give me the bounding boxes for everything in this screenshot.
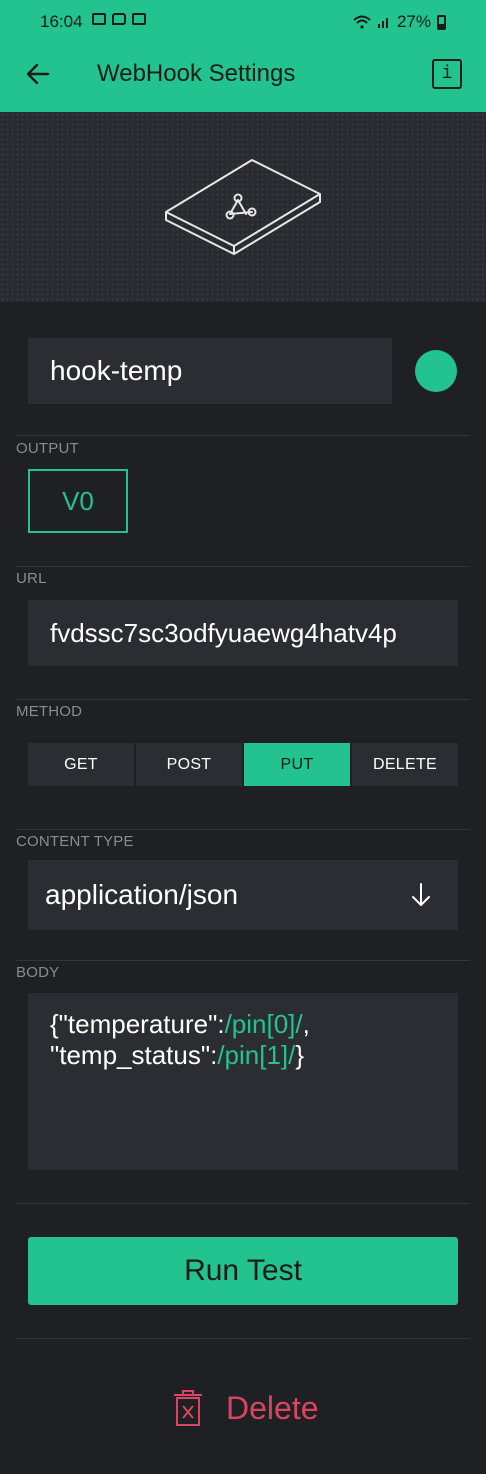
signal-icon [377, 18, 388, 28]
body-key: "temp_status": [50, 1040, 218, 1070]
divider [16, 566, 470, 567]
battery-percent: 27% [396, 12, 431, 31]
color-picker-button[interactable] [415, 350, 457, 392]
wifi-icon [353, 15, 371, 29]
body-label: BODY [16, 964, 60, 981]
body-textarea[interactable]: {"temperature":/pin[0]/, "temp_status":/… [28, 993, 458, 1170]
divider [16, 829, 470, 830]
app-bar: WebHook Settings i [0, 36, 486, 112]
method-label: METHOD [16, 703, 83, 720]
method-put-button[interactable]: PUT [244, 743, 350, 786]
run-test-button[interactable]: Run Test [28, 1237, 458, 1305]
webhook-name-field[interactable]: hook-temp [28, 338, 392, 404]
delete-button[interactable]: Delete [0, 1382, 486, 1432]
body-punct: } [295, 1040, 305, 1070]
page-title: WebHook Settings [97, 60, 296, 87]
method-delete-button[interactable]: DELETE [352, 743, 458, 786]
battery-icon [437, 14, 446, 30]
gallery-icon [92, 13, 106, 25]
body-line-2: "temp_status":/pin[1]/} [50, 1040, 436, 1071]
webhook-hero [0, 112, 486, 302]
divider [16, 960, 470, 961]
content-type-value: application/json [45, 879, 239, 910]
voicemail-icon [132, 13, 146, 25]
url-input[interactable]: fvdssc7sc3odfyuaewg4hatv4p [28, 600, 458, 666]
status-bar: 16:04 27% [0, 0, 486, 36]
content-type-select[interactable]: application/json [28, 860, 458, 930]
divider [16, 1203, 470, 1204]
url-label: URL [16, 570, 47, 587]
body-line-1: {"temperature":/pin[0]/, [50, 1009, 436, 1040]
output-pin-button[interactable]: V0 [28, 469, 128, 533]
method-segmented-control: GET POST PUT DELETE [28, 743, 458, 786]
body-pin-token: /pin[0]/ [224, 1009, 303, 1039]
output-label: OUTPUT [16, 440, 79, 457]
content-type-label: CONTENT TYPE [16, 833, 134, 850]
info-button[interactable]: i [432, 59, 462, 89]
body-pin-token: /pin[1]/ [217, 1040, 296, 1070]
divider [16, 1338, 470, 1339]
body-punct: , [302, 1009, 310, 1039]
method-get-button[interactable]: GET [28, 743, 134, 786]
message-icon [112, 13, 126, 25]
body-key: {"temperature": [50, 1009, 225, 1039]
delete-label: Delete [226, 1390, 319, 1426]
status-time: 16:04 [40, 12, 83, 31]
arrow-left-icon[interactable] [20, 56, 56, 92]
arrow-down-icon [412, 883, 430, 906]
divider [16, 699, 470, 700]
trash-icon [174, 1390, 202, 1426]
webhook-device-icon [165, 159, 321, 255]
method-post-button[interactable]: POST [136, 743, 242, 786]
divider [16, 435, 470, 436]
